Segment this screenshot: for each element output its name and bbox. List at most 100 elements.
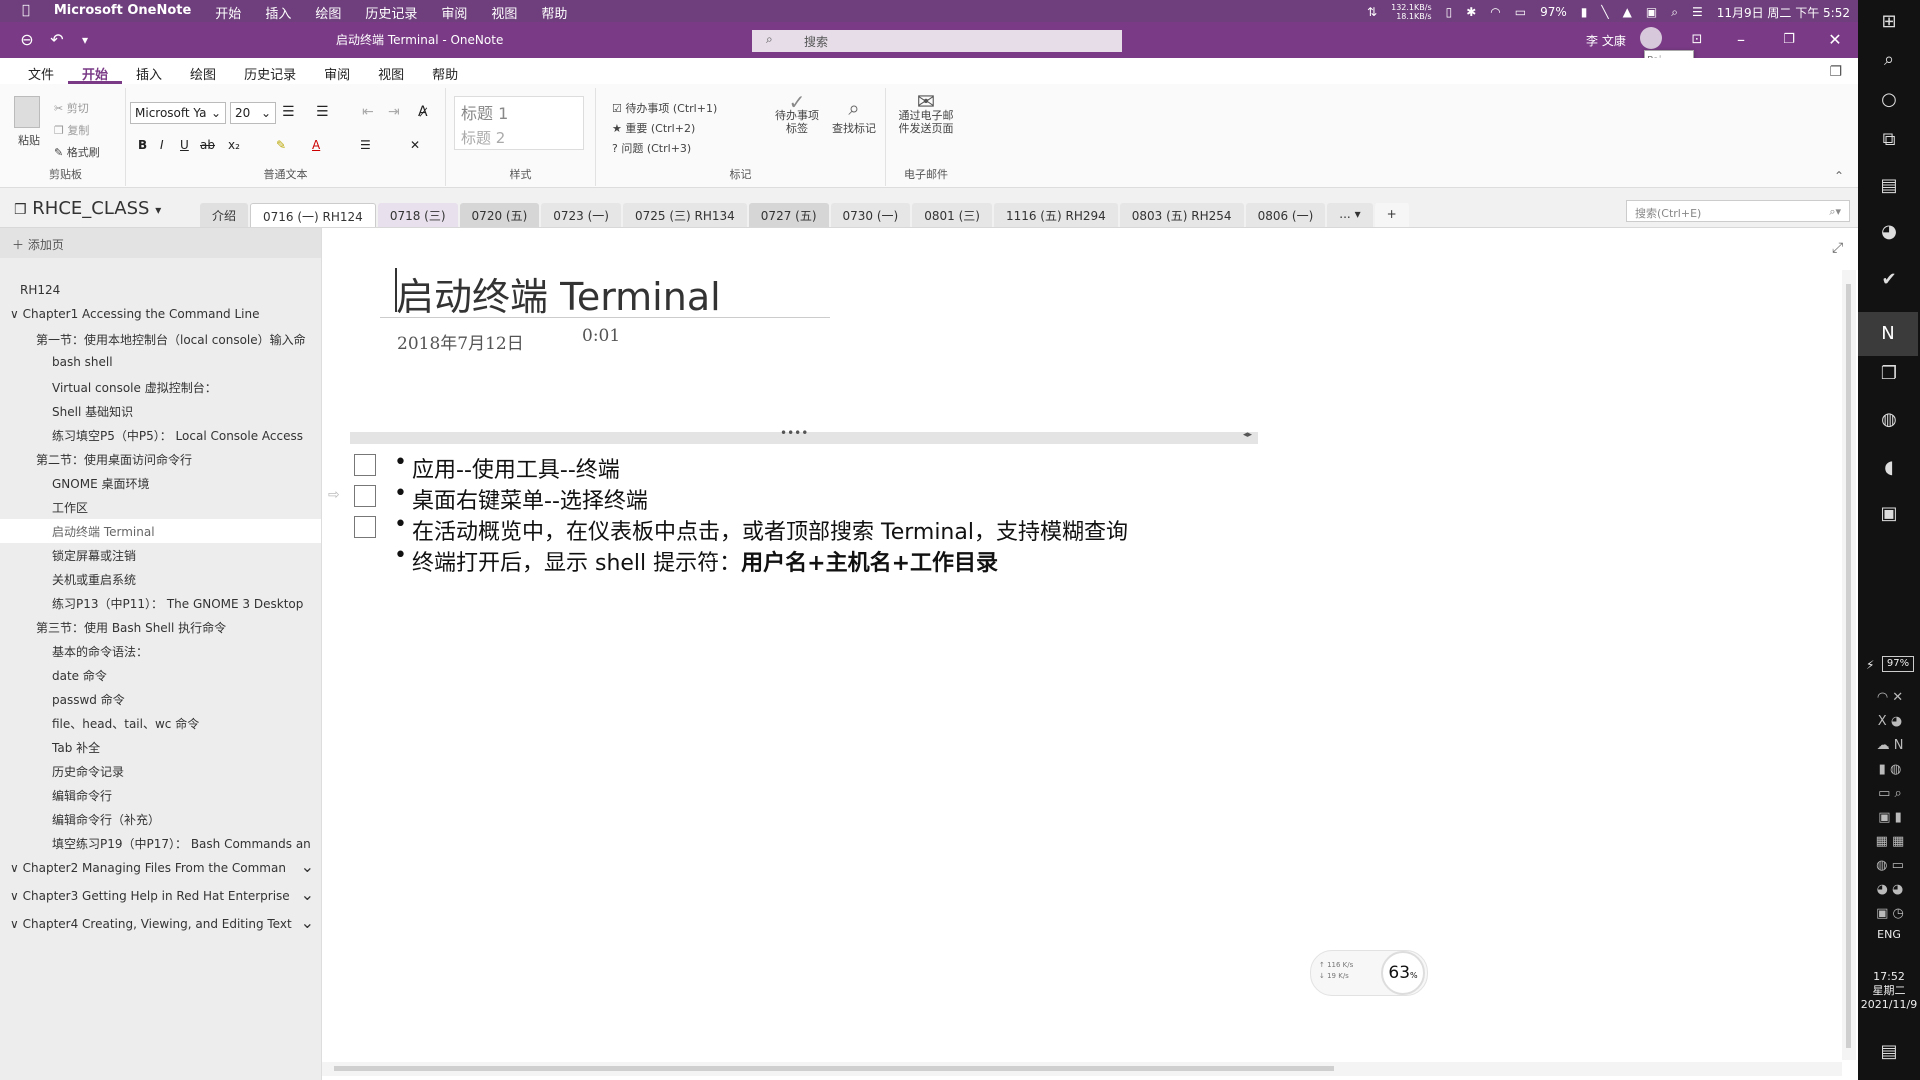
section-tab[interactable]: 1116 (五) RH294 — [993, 203, 1118, 227]
expand-caret-icon[interactable]: ∨ — [10, 889, 23, 903]
tag-question[interactable]: ? 问题 (Ctrl+3) — [612, 140, 691, 156]
clear-icon[interactable]: ✕ — [410, 138, 420, 152]
font-select[interactable]: Microsoft Ya ⌄ — [130, 102, 226, 124]
page-item[interactable]: Shell 基础知识 — [0, 399, 321, 423]
chevron-down-icon[interactable]: ⌄ — [301, 857, 314, 876]
notification-icon[interactable]: ▤ — [1877, 1040, 1901, 1064]
tag-todo[interactable]: ☑ 待办事项 (Ctrl+1) — [612, 100, 717, 116]
chevron-down-icon[interactable]: ⌄ — [301, 913, 314, 932]
page-item[interactable]: GNOME 桌面环境 — [0, 471, 321, 495]
more-sections-button[interactable]: ... ▾ — [1327, 203, 1373, 227]
cortana-icon[interactable]: ○ — [1877, 88, 1901, 112]
page-item[interactable]: 编辑命令行（补充） — [0, 807, 321, 831]
scroll-thumb[interactable] — [334, 1066, 1334, 1071]
bluetooth-icon[interactable]: ✱ — [1466, 5, 1476, 19]
input-language[interactable]: ENG — [1858, 928, 1920, 941]
strikethrough-icon[interactable]: ab — [200, 138, 215, 152]
net-monitor-widget[interactable]: ↑ 116 K/s ↓ 19 K/s 63% — [1310, 950, 1428, 996]
find-tags-button[interactable]: ⌕ 查找标记 — [826, 96, 882, 136]
tab-insert[interactable]: 插入 — [122, 58, 176, 84]
avatar[interactable] — [1640, 27, 1662, 49]
page-title[interactable]: 启动终端 Terminal — [396, 266, 721, 321]
apple-icon[interactable]:  — [22, 3, 30, 22]
pen-icon[interactable]: ╲ — [1601, 5, 1608, 19]
maximize-button[interactable]: ❐ — [1776, 28, 1802, 52]
user-name[interactable]: 李 文康 — [1586, 32, 1626, 49]
todo-tag-button[interactable]: ✓ 待办事项 标签 — [774, 92, 820, 135]
page-item[interactable]: ∨ Chapter2 Managing Files From the Comma… — [0, 857, 321, 881]
tab-draw[interactable]: 绘图 — [176, 58, 230, 84]
app-icon[interactable]: ▤ — [1877, 174, 1901, 198]
page-item[interactable]: 基本的命令语法： — [0, 639, 321, 663]
page-date[interactable]: 2018年7月12日 — [397, 329, 524, 354]
page-item[interactable]: ∨ Chapter3 Getting Help in Red Hat Enter… — [0, 885, 321, 909]
outline-handle[interactable]: •••• ◂▸ — [350, 426, 1258, 444]
search-input[interactable]: ⌕ 搜索 — [752, 30, 1122, 52]
section-tab[interactable]: 0801 (三) — [912, 203, 992, 227]
app-icon[interactable]: ◕ — [1877, 220, 1901, 244]
section-tab[interactable]: 0803 (五) RH254 — [1119, 203, 1244, 227]
page-item[interactable]: Virtual console 虚拟控制台： — [0, 375, 321, 399]
search-icon[interactable]: ⌕ — [1877, 48, 1901, 72]
transfer-icon[interactable]: ⇅ — [1367, 5, 1377, 19]
add-section-button[interactable]: + — [1374, 203, 1409, 227]
copy-button[interactable]: ❐ 复制 — [54, 122, 89, 138]
battery-text[interactable]: 97% — [1540, 5, 1567, 19]
collapse-ribbon-icon[interactable]: ⌃ — [1834, 169, 1844, 183]
paste-icon[interactable] — [14, 96, 40, 128]
task-view-icon[interactable]: ⧉ — [1877, 128, 1901, 152]
tab-review[interactable]: 审阅 — [310, 58, 364, 84]
page-item[interactable]: 工作区 — [0, 495, 321, 519]
menubar-item[interactable]: 视图 — [491, 3, 517, 22]
phone-icon[interactable]: ▯ — [1446, 5, 1453, 19]
section-tab[interactable]: 0716 (一) RH124 — [250, 203, 376, 227]
battery-indicator[interactable]: 97% — [1882, 656, 1914, 672]
page-item[interactable]: 第一节：使用本地控制台（local console）输入命 — [0, 327, 321, 351]
tab-view[interactable]: 视图 — [364, 58, 418, 84]
section-tab[interactable]: 0723 (一) — [541, 203, 621, 227]
tray-icons[interactable]: ◠ ✕ X ◕ ☁ N ▮ ◍ ▭ ⌕ ▣ ▮ ▦ ▦ ◍ ▭ ◕ ◕ ▣ ◷ — [1870, 686, 1910, 926]
page-canvas[interactable]: 启动终端 Terminal 2018年7月12日 0:01 •••• ◂▸ ⇨ … — [322, 228, 1858, 1080]
paste-button[interactable]: 粘贴 — [18, 132, 40, 148]
upload-icon[interactable]: ▲ — [1623, 5, 1632, 19]
format-painter-button[interactable]: ✎ 格式刷 — [54, 144, 100, 160]
page-item[interactable]: passwd 命令 — [0, 687, 321, 711]
email-page-button[interactable]: ✉ 通过电子邮 件发送页面 — [890, 92, 962, 136]
onenote-taskbar-icon[interactable]: N — [1858, 312, 1918, 356]
app-icon[interactable]: ▣ — [1877, 502, 1901, 526]
highlight-icon[interactable]: ✎ — [276, 138, 286, 152]
section-tab[interactable]: 0806 (一) — [1245, 203, 1326, 227]
page-item[interactable]: date 命令 — [0, 663, 321, 687]
power-icon[interactable]: ⚡ — [1866, 658, 1874, 672]
note-text[interactable]: 应用--使用工具--终端 — [412, 452, 620, 484]
page-item[interactable]: 锁定屏幕或注销 — [0, 543, 321, 567]
ribbon-display-icon[interactable]: ⊡ — [1684, 28, 1710, 52]
notebook-selector[interactable]: ❒ RHCE_CLASS ▾ — [14, 198, 161, 219]
expand-caret-icon[interactable]: ∨ — [10, 917, 23, 931]
clear-format-icon[interactable]: A̷ — [418, 104, 428, 120]
chevron-down-icon[interactable]: ⌄ — [301, 885, 314, 904]
display-icon[interactable]: ▭ — [1515, 5, 1526, 19]
minimize-button[interactable]: – — [1728, 28, 1754, 52]
page-item[interactable]: 关机或重启系统 — [0, 567, 321, 591]
page-item[interactable]: 练习填空P5（中P5）： Local Console Access — [0, 423, 321, 447]
section-tab[interactable]: 0725 (三) RH134 — [622, 203, 747, 227]
menubar-datetime[interactable]: 11月9日 周二 下午 5:52 — [1717, 4, 1850, 21]
font-size-select[interactable]: 20 ⌄ — [230, 102, 276, 124]
note-line[interactable]: • 在活动概览中，在仪表板中点击，或者顶部搜索 Terminal，支持模糊查询 — [354, 512, 1354, 545]
vertical-scrollbar[interactable] — [1842, 270, 1856, 1060]
italic-icon[interactable]: I — [160, 138, 164, 152]
note-text[interactable]: 桌面右键菜单--选择终端 — [412, 483, 648, 515]
app-icon[interactable]: ❐ — [1877, 362, 1901, 386]
wifi-icon[interactable]: ◠ — [1490, 5, 1500, 19]
page-mode-icon[interactable]: ❐ — [1829, 64, 1842, 80]
tab-file[interactable]: 文件 — [14, 58, 68, 84]
indent-icon[interactable]: ⇥ — [388, 104, 400, 120]
expand-page-icon[interactable]: ⤢ — [1832, 240, 1843, 256]
subscript-icon[interactable]: x₂ — [228, 138, 240, 152]
menubar-item[interactable]: 帮助 — [541, 3, 567, 22]
page-item[interactable]: 历史命令记录 — [0, 759, 321, 783]
menubar-item[interactable]: 开始 — [215, 3, 241, 22]
style-heading1[interactable]: 标题 1 — [455, 97, 583, 127]
horizontal-scrollbar[interactable] — [322, 1062, 1842, 1076]
